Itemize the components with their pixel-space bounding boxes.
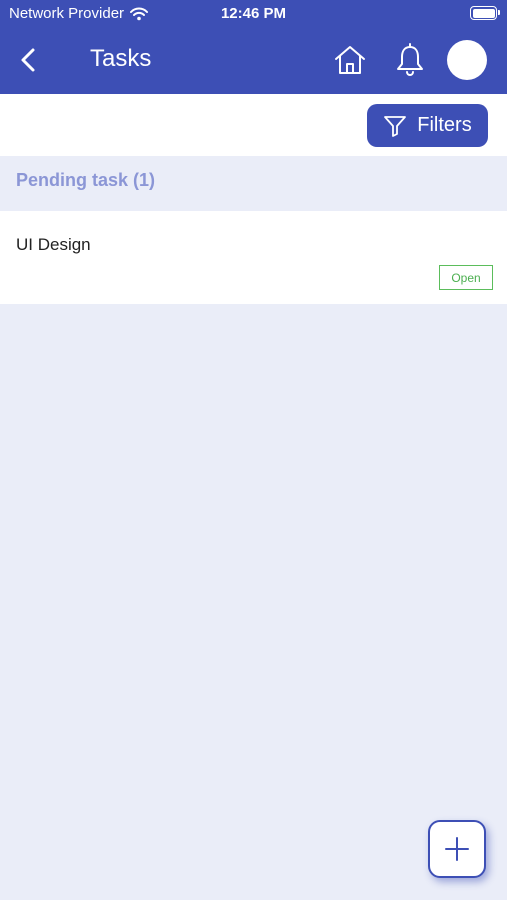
status-badge: Open (439, 265, 493, 290)
filters-button[interactable]: Filters (367, 104, 488, 147)
section-title: Pending task (1) (16, 170, 156, 190)
battery-icon (470, 6, 500, 20)
clock: 12:46 PM (220, 5, 287, 22)
nav-bar: Tasks (0, 28, 507, 94)
app-header: Network Provider 12:46 PM Tasks (0, 0, 507, 94)
task-card[interactable]: UI Design Open (0, 211, 507, 304)
status-bar: Network Provider 12:46 PM (0, 0, 507, 28)
task-title: UI Design (16, 235, 91, 254)
filters-label: Filters (417, 114, 472, 136)
add-task-button[interactable] (428, 820, 486, 878)
avatar[interactable] (447, 40, 487, 80)
funnel-icon (384, 115, 407, 137)
bell-icon[interactable] (392, 42, 428, 78)
page-title: Tasks (90, 45, 152, 72)
back-chevron-icon[interactable] (14, 45, 44, 75)
plus-icon (445, 837, 469, 861)
filter-bar: Filters (0, 94, 507, 156)
home-icon[interactable] (332, 42, 368, 78)
